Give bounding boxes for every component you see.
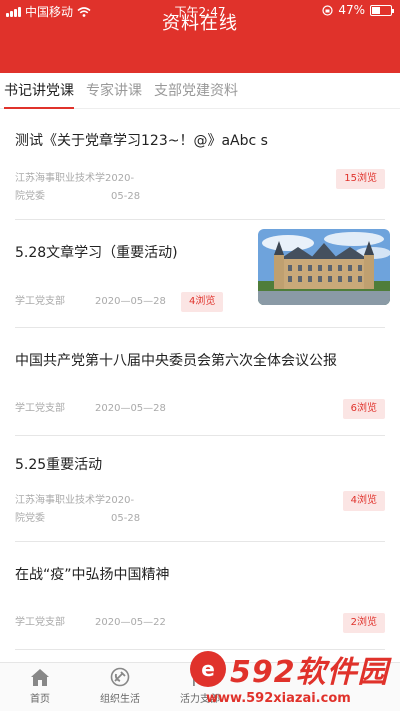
list-item[interactable]: 在战“疫”中弘扬中国精神 学工党支部 2020—05—22 2浏览	[15, 542, 385, 650]
view-count-badge: 2浏览	[342, 613, 385, 633]
article-dept: 江苏海事职业技术学2020- 院党委	[15, 495, 135, 524]
article-title: 5.25重要活动	[15, 457, 103, 473]
article-title: 5.28文章学习（重要活动)	[15, 245, 178, 261]
view-count-badge: 15浏览	[336, 169, 385, 189]
article-thumbnail[interactable]	[258, 229, 390, 305]
view-count-badge: 4浏览	[342, 491, 385, 511]
article-date: 2020—05—22	[95, 617, 166, 628]
article-date: 05-28	[111, 191, 141, 202]
list-item[interactable]: 5.28文章学习（重要活动) 学工党支部 2020—05—28 4浏览	[15, 220, 390, 328]
page-title: 资料在线	[162, 13, 238, 34]
castle-image	[258, 229, 390, 305]
article-date: 2020—05—28	[95, 403, 166, 414]
watermark-url: www.592xiazai.com	[206, 691, 351, 706]
home-icon	[31, 669, 49, 686]
party-emblem-icon	[110, 667, 130, 687]
list-item[interactable]: 中国共产党第十八届中央委员会第六次全体会议公报 学工党支部 2020—05—28…	[15, 328, 385, 436]
article-dept: 江苏海事职业技术学2020- 院党委	[15, 173, 135, 202]
article-date: 05-28	[111, 513, 141, 524]
article-title: 测试《关于党章学习123~！@》aAbc s	[15, 133, 268, 149]
list-item[interactable]: 5.25重要活动 江苏海事职业技术学2020- 院党委 05-28 4浏览	[15, 436, 385, 542]
list-item[interactable]: 测试《关于党章学习123~！@》aAbc s 江苏海事职业技术学2020- 院党…	[15, 110, 385, 220]
article-date: 2020—05—28	[95, 296, 166, 307]
view-count-badge: 4浏览	[181, 292, 224, 312]
article-title: 在战“疫”中弘扬中国精神	[15, 567, 170, 583]
watermark-brand: 592软件园	[230, 655, 389, 690]
site-watermark: e 592软件园 www.592xiazai.com	[190, 647, 400, 711]
tab-expert-lectures[interactable]: 专家讲课	[86, 73, 142, 109]
tab-secretary-lectures[interactable]: 书记讲党课	[4, 73, 74, 109]
watermark-logo-icon: e	[190, 651, 226, 687]
tabbar-organization[interactable]: 组织生活	[80, 667, 160, 705]
tabbar-home[interactable]: 首页	[0, 667, 80, 705]
app-header: 中国移动 下午2:47 47% 资料在线	[0, 0, 400, 73]
view-count-badge: 6浏览	[342, 399, 385, 419]
category-tabs: 书记讲党课 专家讲课 支部党建资料	[0, 73, 400, 109]
tabbar-label: 首页	[30, 694, 50, 705]
article-title: 中国共产党第十八届中央委员会第六次全体会议公报	[15, 353, 337, 369]
tab-branch-materials[interactable]: 支部党建资料	[154, 73, 238, 109]
tabbar-label: 组织生活	[100, 694, 140, 705]
